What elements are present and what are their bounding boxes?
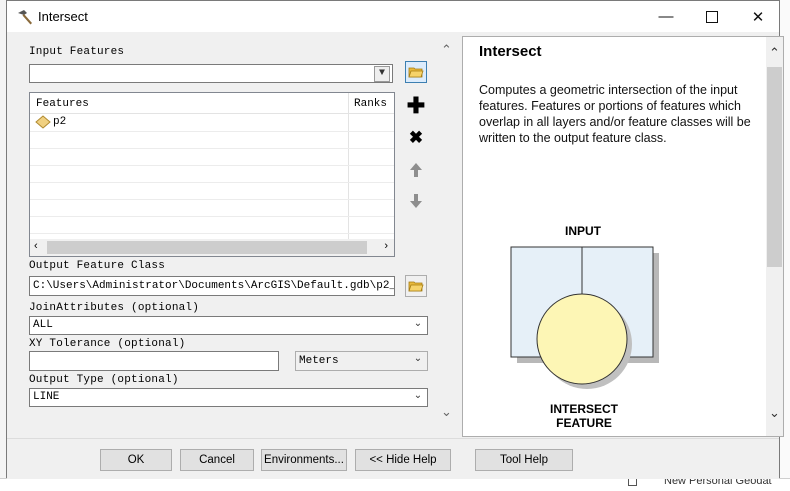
intersect-diagram: INPUT INTERSECT FEATURE	[510, 224, 659, 430]
help-title: Intersect	[479, 43, 542, 60]
join-attributes-value: ALL	[33, 319, 53, 331]
move-down-button[interactable]	[405, 190, 427, 212]
dropdown-arrow-icon[interactable]: ▼	[374, 66, 390, 82]
cancel-button[interactable]: Cancel	[180, 449, 254, 471]
diagram-input-label: INPUT	[565, 224, 602, 238]
xy-tolerance-input[interactable]	[29, 351, 279, 371]
parameters-pane: Input Features ▼ Features Ranks p2 ‹ › ✚…	[7, 32, 457, 438]
features-list[interactable]: Features Ranks p2 ‹ ›	[29, 92, 395, 257]
feature-name: p2	[53, 116, 67, 128]
output-type-label: Output Type (optional)	[29, 374, 179, 386]
output-feature-class-label: Output Feature Class	[29, 260, 166, 272]
xy-tolerance-label: XY Tolerance (optional)	[29, 338, 186, 350]
scroll-up-icon[interactable]: ⌃	[441, 42, 452, 58]
chevron-down-icon[interactable]: ⌄	[411, 390, 425, 404]
list-item-empty	[30, 216, 394, 234]
list-item-empty	[30, 148, 394, 166]
list-item-empty	[30, 131, 394, 149]
remove-feature-button[interactable]: ✖	[405, 127, 427, 149]
environments-button[interactable]: Environments...	[261, 449, 347, 471]
diagram-output-label-1: INTERSECT	[550, 402, 619, 416]
window-title: Intersect	[38, 9, 88, 24]
intersect-dialog: Intersect — ✕ Input Features ▼ Features …	[6, 0, 784, 479]
arrow-up-icon	[410, 163, 422, 177]
open-folder-icon	[408, 281, 424, 292]
output-type-select[interactable]: LINE ⌄	[29, 388, 428, 407]
add-feature-button[interactable]: ✚	[405, 95, 427, 117]
join-attributes-select[interactable]: ALL ⌄	[29, 316, 428, 335]
maximize-button[interactable]	[689, 1, 735, 32]
input-features-label: Input Features	[29, 46, 125, 58]
ranks-column-header[interactable]: Ranks	[354, 98, 387, 110]
tool-help-button[interactable]: Tool Help	[475, 449, 573, 471]
delete-x-icon: ✖	[408, 128, 424, 147]
xy-tolerance-unit-select[interactable]: Meters ⌄	[295, 351, 428, 371]
list-item-empty	[30, 199, 394, 217]
scroll-left-icon[interactable]: ‹	[34, 240, 38, 252]
chevron-down-icon[interactable]: ⌄	[411, 318, 425, 332]
features-list-hscrollbar[interactable]: ‹ ›	[30, 239, 394, 256]
title-bar[interactable]: Intersect — ✕	[7, 1, 779, 32]
xy-tolerance-unit-value: Meters	[299, 355, 339, 367]
hscroll-thumb[interactable]	[47, 241, 367, 254]
minimize-icon: —	[658, 8, 674, 25]
move-up-button[interactable]	[405, 159, 427, 181]
dialog-button-bar: OK Cancel Environments... << Hide Help T…	[7, 438, 779, 479]
ok-button[interactable]: OK	[100, 449, 172, 471]
hide-help-button[interactable]: << Hide Help	[355, 449, 451, 471]
join-attributes-label: JoinAttributes (optional)	[29, 302, 200, 314]
features-list-header: Features Ranks	[30, 93, 394, 114]
background-bottom-strip: New Personal Geodat	[0, 475, 790, 491]
scroll-down-icon[interactable]: ⌄	[769, 405, 780, 421]
output-feature-class-field[interactable]: C:\Users\Administrator\Documents\ArcGIS\…	[29, 276, 395, 296]
arrow-down-icon	[410, 194, 422, 208]
output-feature-class-value: C:\Users\Administrator\Documents\ArcGIS\…	[33, 280, 395, 292]
browse-input-button[interactable]	[405, 61, 427, 83]
features-column-header[interactable]: Features	[36, 98, 89, 110]
input-features-combo[interactable]: ▼	[29, 64, 393, 83]
help-panel: Intersect Computes a geometric intersect…	[462, 36, 784, 437]
list-item-empty	[30, 165, 394, 183]
plus-icon: ✚	[406, 93, 426, 118]
help-scroll-thumb[interactable]	[767, 67, 782, 267]
scroll-right-icon[interactable]: ›	[384, 240, 388, 252]
maximize-icon	[706, 10, 718, 23]
close-button[interactable]: ✕	[735, 1, 781, 32]
browse-output-button[interactable]	[405, 275, 427, 297]
help-vscrollbar[interactable]: ⌃ ⌄	[766, 37, 783, 436]
list-item-empty	[30, 182, 394, 200]
scroll-down-icon[interactable]: ⌄	[441, 404, 452, 420]
hammer-icon	[18, 10, 32, 25]
open-folder-icon	[408, 67, 424, 78]
close-icon: ✕	[751, 8, 765, 26]
parameters-vscrollbar[interactable]: ⌃ ⌄	[437, 32, 457, 438]
minimize-button[interactable]: —	[643, 1, 689, 32]
scroll-up-icon[interactable]: ⌃	[769, 45, 780, 61]
output-type-value: LINE	[33, 391, 60, 403]
diagram-output-label-2: FEATURE	[556, 416, 612, 430]
list-item[interactable]: p2	[30, 114, 394, 132]
help-description: Computes a geometric intersection of the…	[479, 83, 751, 145]
polygon-layer-icon	[35, 115, 51, 129]
chevron-down-icon[interactable]: ⌄	[411, 353, 425, 367]
